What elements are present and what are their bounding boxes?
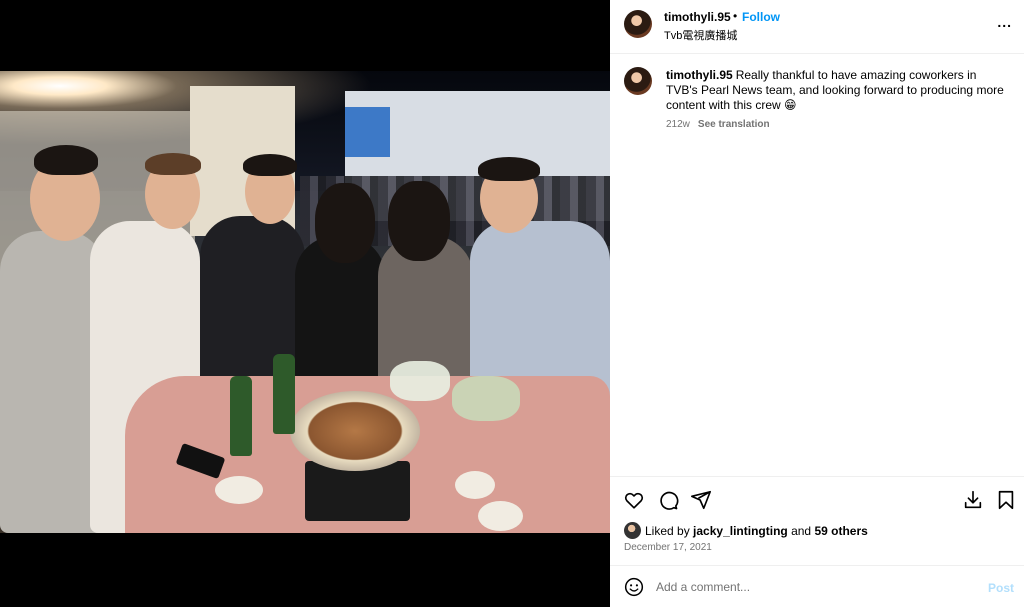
comment-icon[interactable] bbox=[657, 489, 679, 511]
photo-hair-3 bbox=[243, 154, 297, 176]
likes-prefix: Liked by bbox=[645, 523, 690, 538]
caption-avatar[interactable] bbox=[624, 67, 652, 95]
post-photo[interactable] bbox=[0, 71, 610, 533]
more-options-icon[interactable]: ... bbox=[997, 14, 1012, 30]
comment-input[interactable] bbox=[656, 575, 956, 599]
photo-building-accent bbox=[345, 107, 390, 157]
post-location[interactable]: Tvb電視廣播城 bbox=[664, 27, 737, 43]
photo-bag-2 bbox=[452, 376, 520, 421]
photo-hair-5 bbox=[388, 181, 450, 261]
photo-bowl-2 bbox=[455, 471, 495, 499]
follow-button[interactable]: Follow bbox=[742, 10, 780, 24]
see-translation-link[interactable]: See translation bbox=[698, 119, 770, 130]
caption-section: timothyli.95 Really thankful to have amaz… bbox=[610, 54, 1024, 476]
caption-username[interactable]: timothyli.95 bbox=[666, 68, 733, 82]
emoji-icon[interactable] bbox=[624, 577, 644, 597]
likes-conjunction: and bbox=[791, 523, 812, 538]
post-date[interactable]: December 17, 2021 bbox=[624, 542, 712, 553]
download-icon[interactable] bbox=[962, 489, 984, 511]
media-pane bbox=[0, 0, 610, 607]
photo-hair-2 bbox=[145, 153, 201, 175]
photo-hair-6 bbox=[478, 157, 540, 181]
photo-bowl-1 bbox=[215, 476, 263, 504]
liker-avatar[interactable] bbox=[624, 522, 641, 539]
caption-age[interactable]: 212w bbox=[666, 119, 690, 130]
share-icon[interactable] bbox=[690, 489, 712, 511]
photo-bottle-2 bbox=[273, 354, 295, 434]
author-avatar[interactable] bbox=[624, 10, 652, 38]
likes-others-link[interactable]: 59 others bbox=[814, 524, 867, 538]
photo-bag-1 bbox=[390, 361, 450, 401]
liker-username[interactable]: jacky_lintingting bbox=[693, 524, 788, 538]
post-header: timothyli.95 • Follow Tvb電視廣播城 ... bbox=[610, 0, 1024, 54]
author-username[interactable]: timothyli.95 bbox=[664, 10, 731, 24]
post-comment-button[interactable]: Post bbox=[988, 581, 1014, 595]
photo-hair-4 bbox=[315, 183, 375, 263]
caption-meta: 212w See translation bbox=[666, 119, 770, 130]
header-separator: • bbox=[733, 9, 738, 23]
comment-bar: Post bbox=[610, 565, 1024, 607]
heart-icon[interactable] bbox=[623, 489, 645, 511]
likes-summary: Liked by jacky_lintingting and 59 others bbox=[624, 522, 868, 539]
action-bar bbox=[610, 476, 1024, 520]
photo-bottle-1 bbox=[230, 376, 252, 456]
photo-bowl-3 bbox=[478, 501, 523, 531]
bookmark-icon[interactable] bbox=[995, 489, 1017, 511]
photo-hotpot bbox=[290, 391, 420, 471]
caption-text-block: timothyli.95 Really thankful to have amaz… bbox=[666, 68, 1006, 113]
photo-hair-1 bbox=[34, 145, 98, 175]
post-side-panel: timothyli.95 • Follow Tvb電視廣播城 ... timot… bbox=[610, 0, 1024, 607]
